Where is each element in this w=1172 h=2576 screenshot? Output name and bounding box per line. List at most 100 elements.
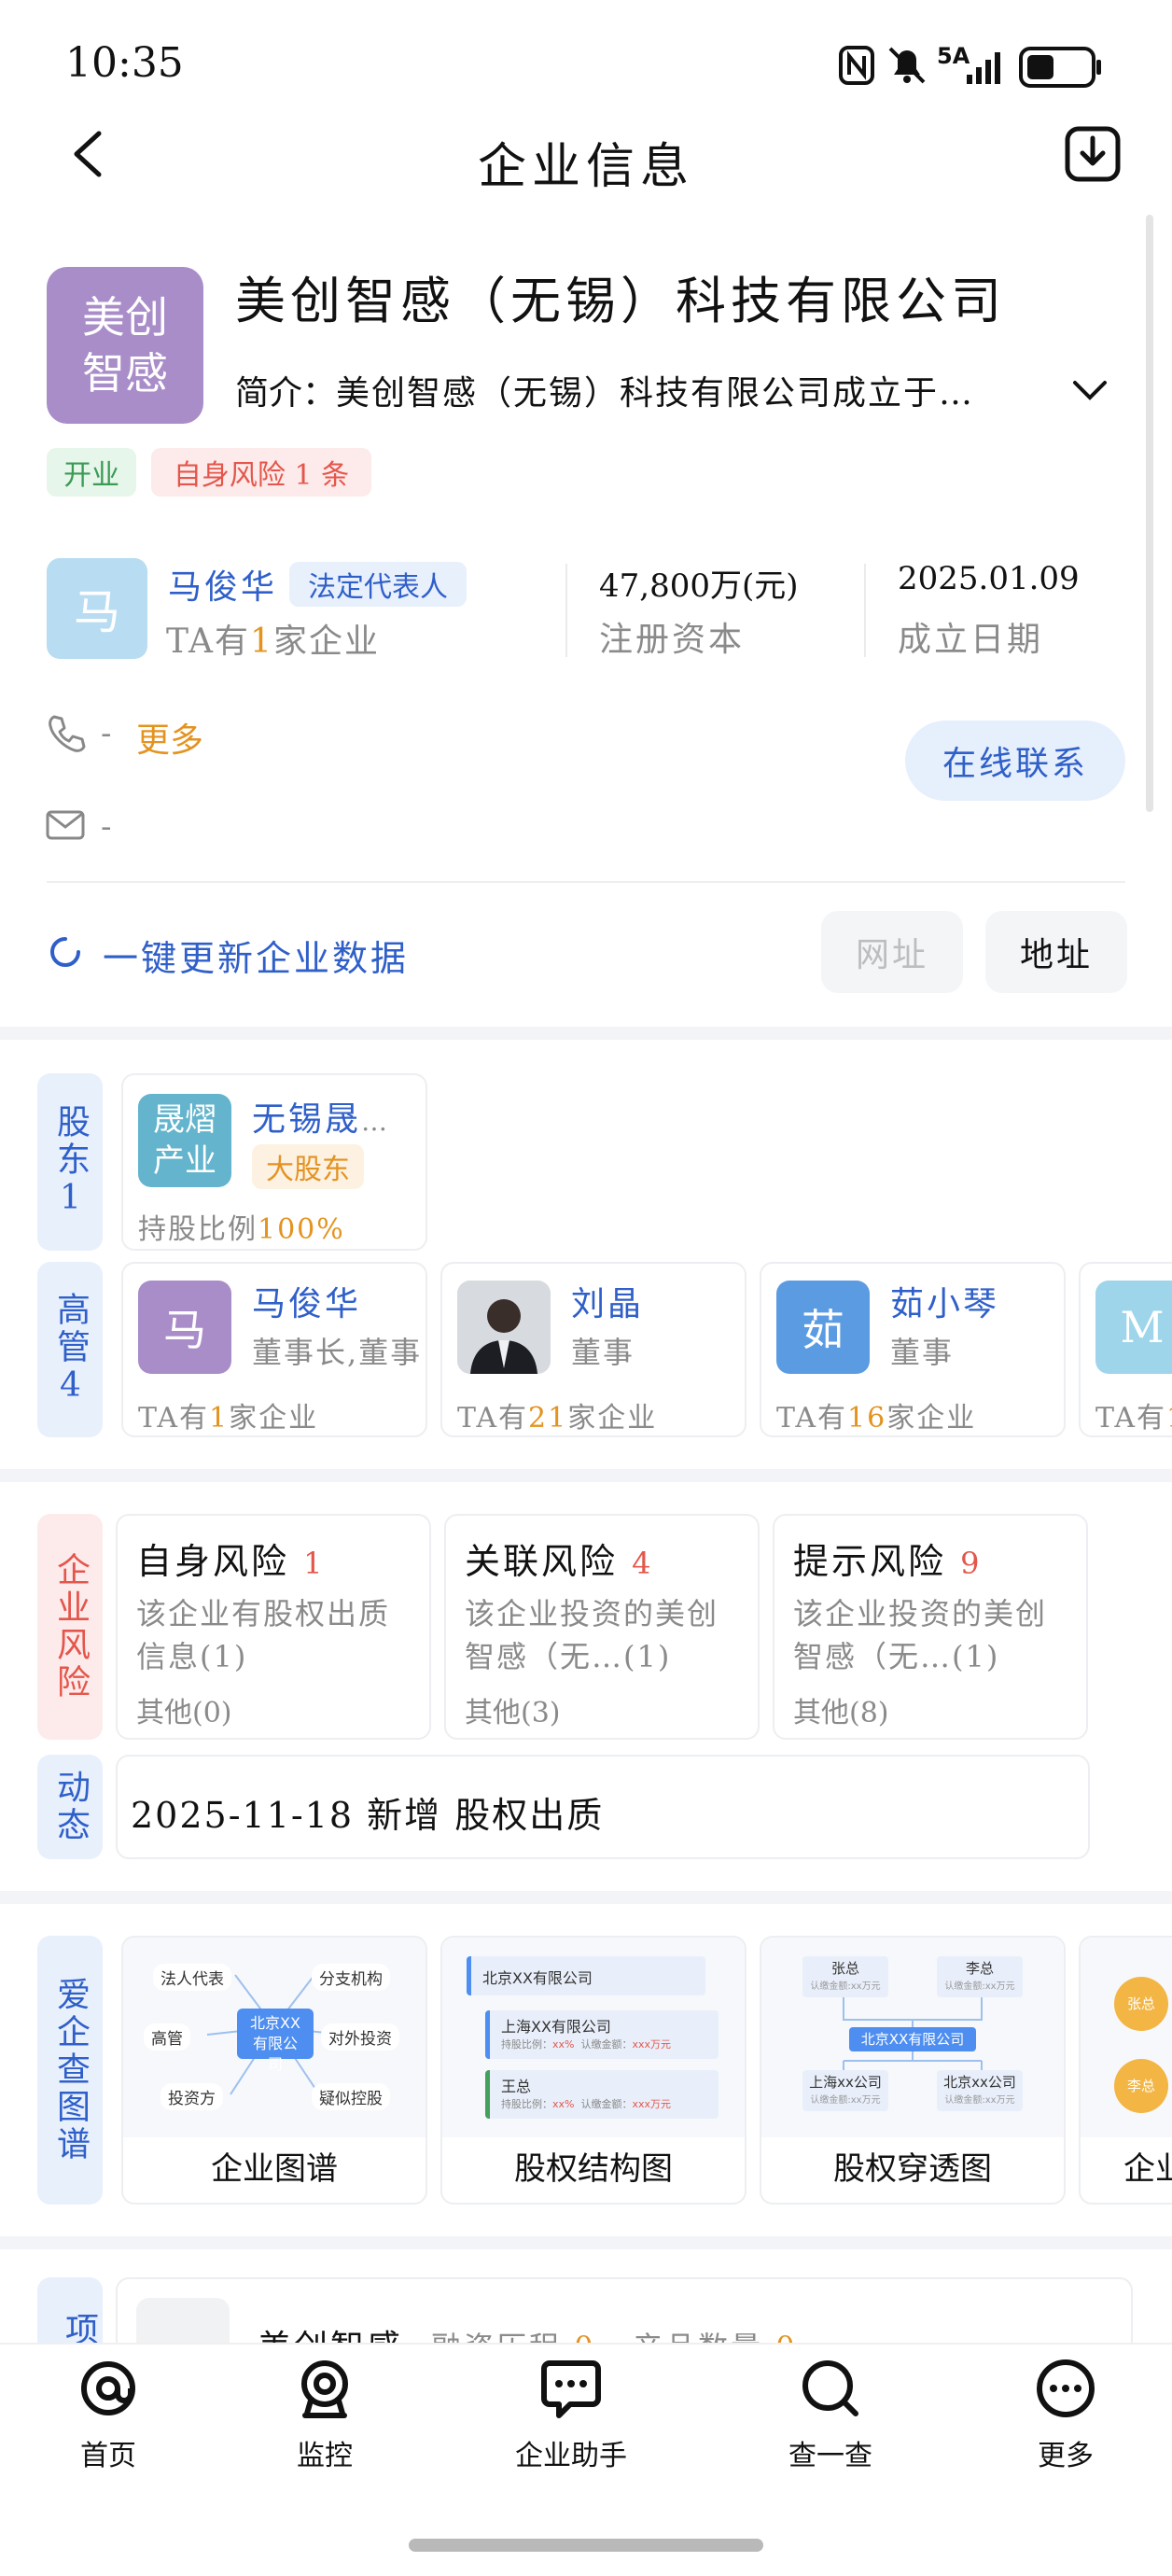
risk-count: 9: [960, 1546, 983, 1581]
shareholder-logo-text: 晟熠产业: [153, 1101, 216, 1180]
graph-label[interactable]: 爱企查图谱: [37, 1936, 103, 2205]
shareholder-card[interactable]: 晟熠产业 无锡晟… 大股东 持股比例100%: [121, 1073, 427, 1251]
chat-icon: [541, 2360, 601, 2418]
executive-avatar: 马: [138, 1281, 231, 1374]
download-icon[interactable]: [1064, 125, 1122, 183]
executive-title: 董事: [571, 1335, 635, 1370]
node-sub: 认缴金额:xx万元: [810, 2095, 881, 2106]
divider: [565, 564, 567, 657]
risk-card-title: 提示风险 9: [793, 1533, 982, 1584]
mute-icon: [886, 43, 928, 86]
sub-label: 持股比例：: [501, 2038, 552, 2051]
node-sub: 认缴金额:xx万元: [944, 2095, 1015, 2106]
phone-value: -: [101, 715, 112, 752]
shareholders-label[interactable]: 股东1: [37, 1073, 103, 1251]
phone-icon: [45, 713, 86, 754]
divider: [864, 564, 866, 657]
executive-card[interactable]: M TA有1: [1079, 1262, 1172, 1437]
risk-card-other: 其他(0): [136, 1697, 232, 1729]
graph-card-partial[interactable]: 张总 李总 企业: [1079, 1936, 1172, 2205]
graph-node: 法人代表: [153, 1964, 231, 1991]
founding-date-value: 2025.01.09: [898, 560, 1080, 597]
registered-capital-value: 47,800万(元): [599, 567, 799, 605]
intro-ellipsis: …: [939, 374, 973, 413]
risk-card-self[interactable]: 自身风险 1 该企业有股权出质信息(1) 其他(0): [116, 1514, 431, 1740]
executive-card[interactable]: 马 马俊华 董事长,董事 TA有1家企业: [121, 1262, 427, 1437]
executive-photo: [457, 1281, 551, 1374]
shareholding-ratio: 持股比例100%: [138, 1206, 345, 1247]
executive-title: 董事长,董事: [252, 1335, 423, 1370]
penetration-top-node: 李总 认缴金额:xx万元: [937, 1956, 1023, 1997]
executive-card[interactable]: 刘晶 董事 TA有21家企业: [440, 1262, 746, 1437]
executive-avatar: M: [1095, 1281, 1172, 1374]
legal-rep-name[interactable]: 马俊华: [168, 560, 277, 609]
intro-label: 简介：: [235, 374, 337, 413]
risk-card-other: 其他(8): [793, 1697, 889, 1729]
graph-card-equity-penetration[interactable]: 张总 认缴金额:xx万元 李总 认缴金额:xx万元 北京XX有限公司 上海xx公司认…: [760, 1936, 1066, 2205]
status-bar: 10:35 5A: [0, 0, 1172, 131]
shareholder-name-text: 无锡晟: [252, 1100, 362, 1139]
scrollbar[interactable]: [1146, 215, 1153, 812]
sub-value: xxx万元: [632, 2098, 672, 2110]
risk-badge[interactable]: 自身风险 1 条: [151, 448, 371, 497]
sub-label: 持股比例：: [501, 2098, 552, 2110]
risk-card-related[interactable]: 关联风险 4 该企业投资的美创智感（无…(1) 其他(3): [444, 1514, 760, 1740]
nfc-icon: [838, 45, 875, 86]
legal-rep-avatar[interactable]: 马: [47, 558, 147, 659]
risk-title-text: 提示风险: [793, 1541, 947, 1582]
risk-label[interactable]: 企业风险: [37, 1514, 103, 1740]
website-button[interactable]: 网址: [821, 911, 963, 993]
executive-name: 刘晶: [571, 1285, 645, 1323]
company-name: 美创智感（无锡）科技有限公司: [235, 272, 1006, 330]
ratio-label: 持股比例: [138, 1213, 258, 1246]
nav-assistant[interactable]: 企业助手: [496, 2356, 646, 2473]
home-indicator[interactable]: [409, 2539, 763, 2552]
person-node: 李总: [1114, 2059, 1168, 2113]
company-logo-text: 美创智感: [82, 292, 168, 399]
refresh-icon[interactable]: [47, 933, 84, 971]
section-separator: [0, 2236, 1172, 2249]
executive-name: 马俊华: [252, 1285, 362, 1323]
executive-avatar: 茹: [776, 1281, 870, 1374]
nav-search[interactable]: 查一查: [756, 2356, 905, 2473]
nav-label: 首页: [80, 2440, 136, 2472]
risk-card-desc: 该企业投资的美创智感（无…(1): [793, 1596, 1048, 1674]
sub-label: 认缴金额：: [580, 2098, 633, 2110]
nav-label: 企业助手: [515, 2440, 627, 2472]
news-card[interactable]: 2025-11-18 新增 股权出质: [116, 1755, 1090, 1859]
exec-count: 16: [847, 1402, 887, 1435]
section-separator: [0, 1891, 1172, 1904]
risk-count: 4: [632, 1546, 654, 1581]
exec-prefix: TA有: [1095, 1402, 1167, 1435]
executive-card[interactable]: 茹 茹小琴 董事 TA有16家企业: [760, 1262, 1066, 1437]
nav-home[interactable]: 首页: [34, 2356, 183, 2473]
section-separator: [0, 1027, 1172, 1040]
node-sub: 认缴金额:xx万元: [944, 1981, 1015, 1992]
divider: [47, 881, 1125, 883]
exec-count: 1: [1166, 1402, 1172, 1435]
node-sub: 认缴金额:xx万元: [810, 1981, 881, 1992]
structure-row-text: 王总: [501, 2078, 532, 2095]
address-button[interactable]: 地址: [985, 911, 1127, 993]
bottom-nav: 首页 监控 企业助手 查一查 更多: [0, 2343, 1172, 2576]
graph-card-equity-structure[interactable]: 北京XX有限公司 上海XX有限公司 持股比例：xx% 认缴金额：xxx万元 王总…: [440, 1936, 746, 2205]
expand-chevron-icon[interactable]: [1071, 371, 1109, 409]
status-badge: 开业: [47, 448, 136, 497]
graph-card-caption: 企业: [1123, 2150, 1172, 2188]
nav-more[interactable]: 更多: [991, 2356, 1140, 2473]
company-logo: 美创智感: [47, 267, 203, 424]
nav-monitor[interactable]: 监控: [250, 2356, 399, 2473]
graph-card-caption: 企业图谱: [211, 2150, 338, 2188]
executive-title: 董事: [890, 1335, 955, 1370]
legal-rep-companies[interactable]: TA有1家企业: [166, 614, 380, 663]
graph-card-enterprise[interactable]: 北京XX有限公司 法人代表 分支机构 高管 对外投资 投资方 疑似控股 企业图谱: [121, 1936, 427, 2205]
search-icon: [802, 2360, 858, 2416]
risk-card-hint[interactable]: 提示风险 9 该企业投资的美创智感（无…(1) 其他(8): [773, 1514, 1088, 1740]
exec-count: 1: [209, 1402, 230, 1435]
executives-label[interactable]: 高管4: [37, 1262, 103, 1437]
online-contact-button[interactable]: 在线联系: [905, 721, 1125, 801]
company-intro[interactable]: 简介：美创智感（无锡）科技有限公司成立于…: [235, 366, 1056, 414]
news-label[interactable]: 动态: [37, 1755, 103, 1859]
phone-more-link[interactable]: 更多: [136, 713, 203, 762]
update-data-link[interactable]: 一键更新企业数据: [103, 930, 409, 981]
